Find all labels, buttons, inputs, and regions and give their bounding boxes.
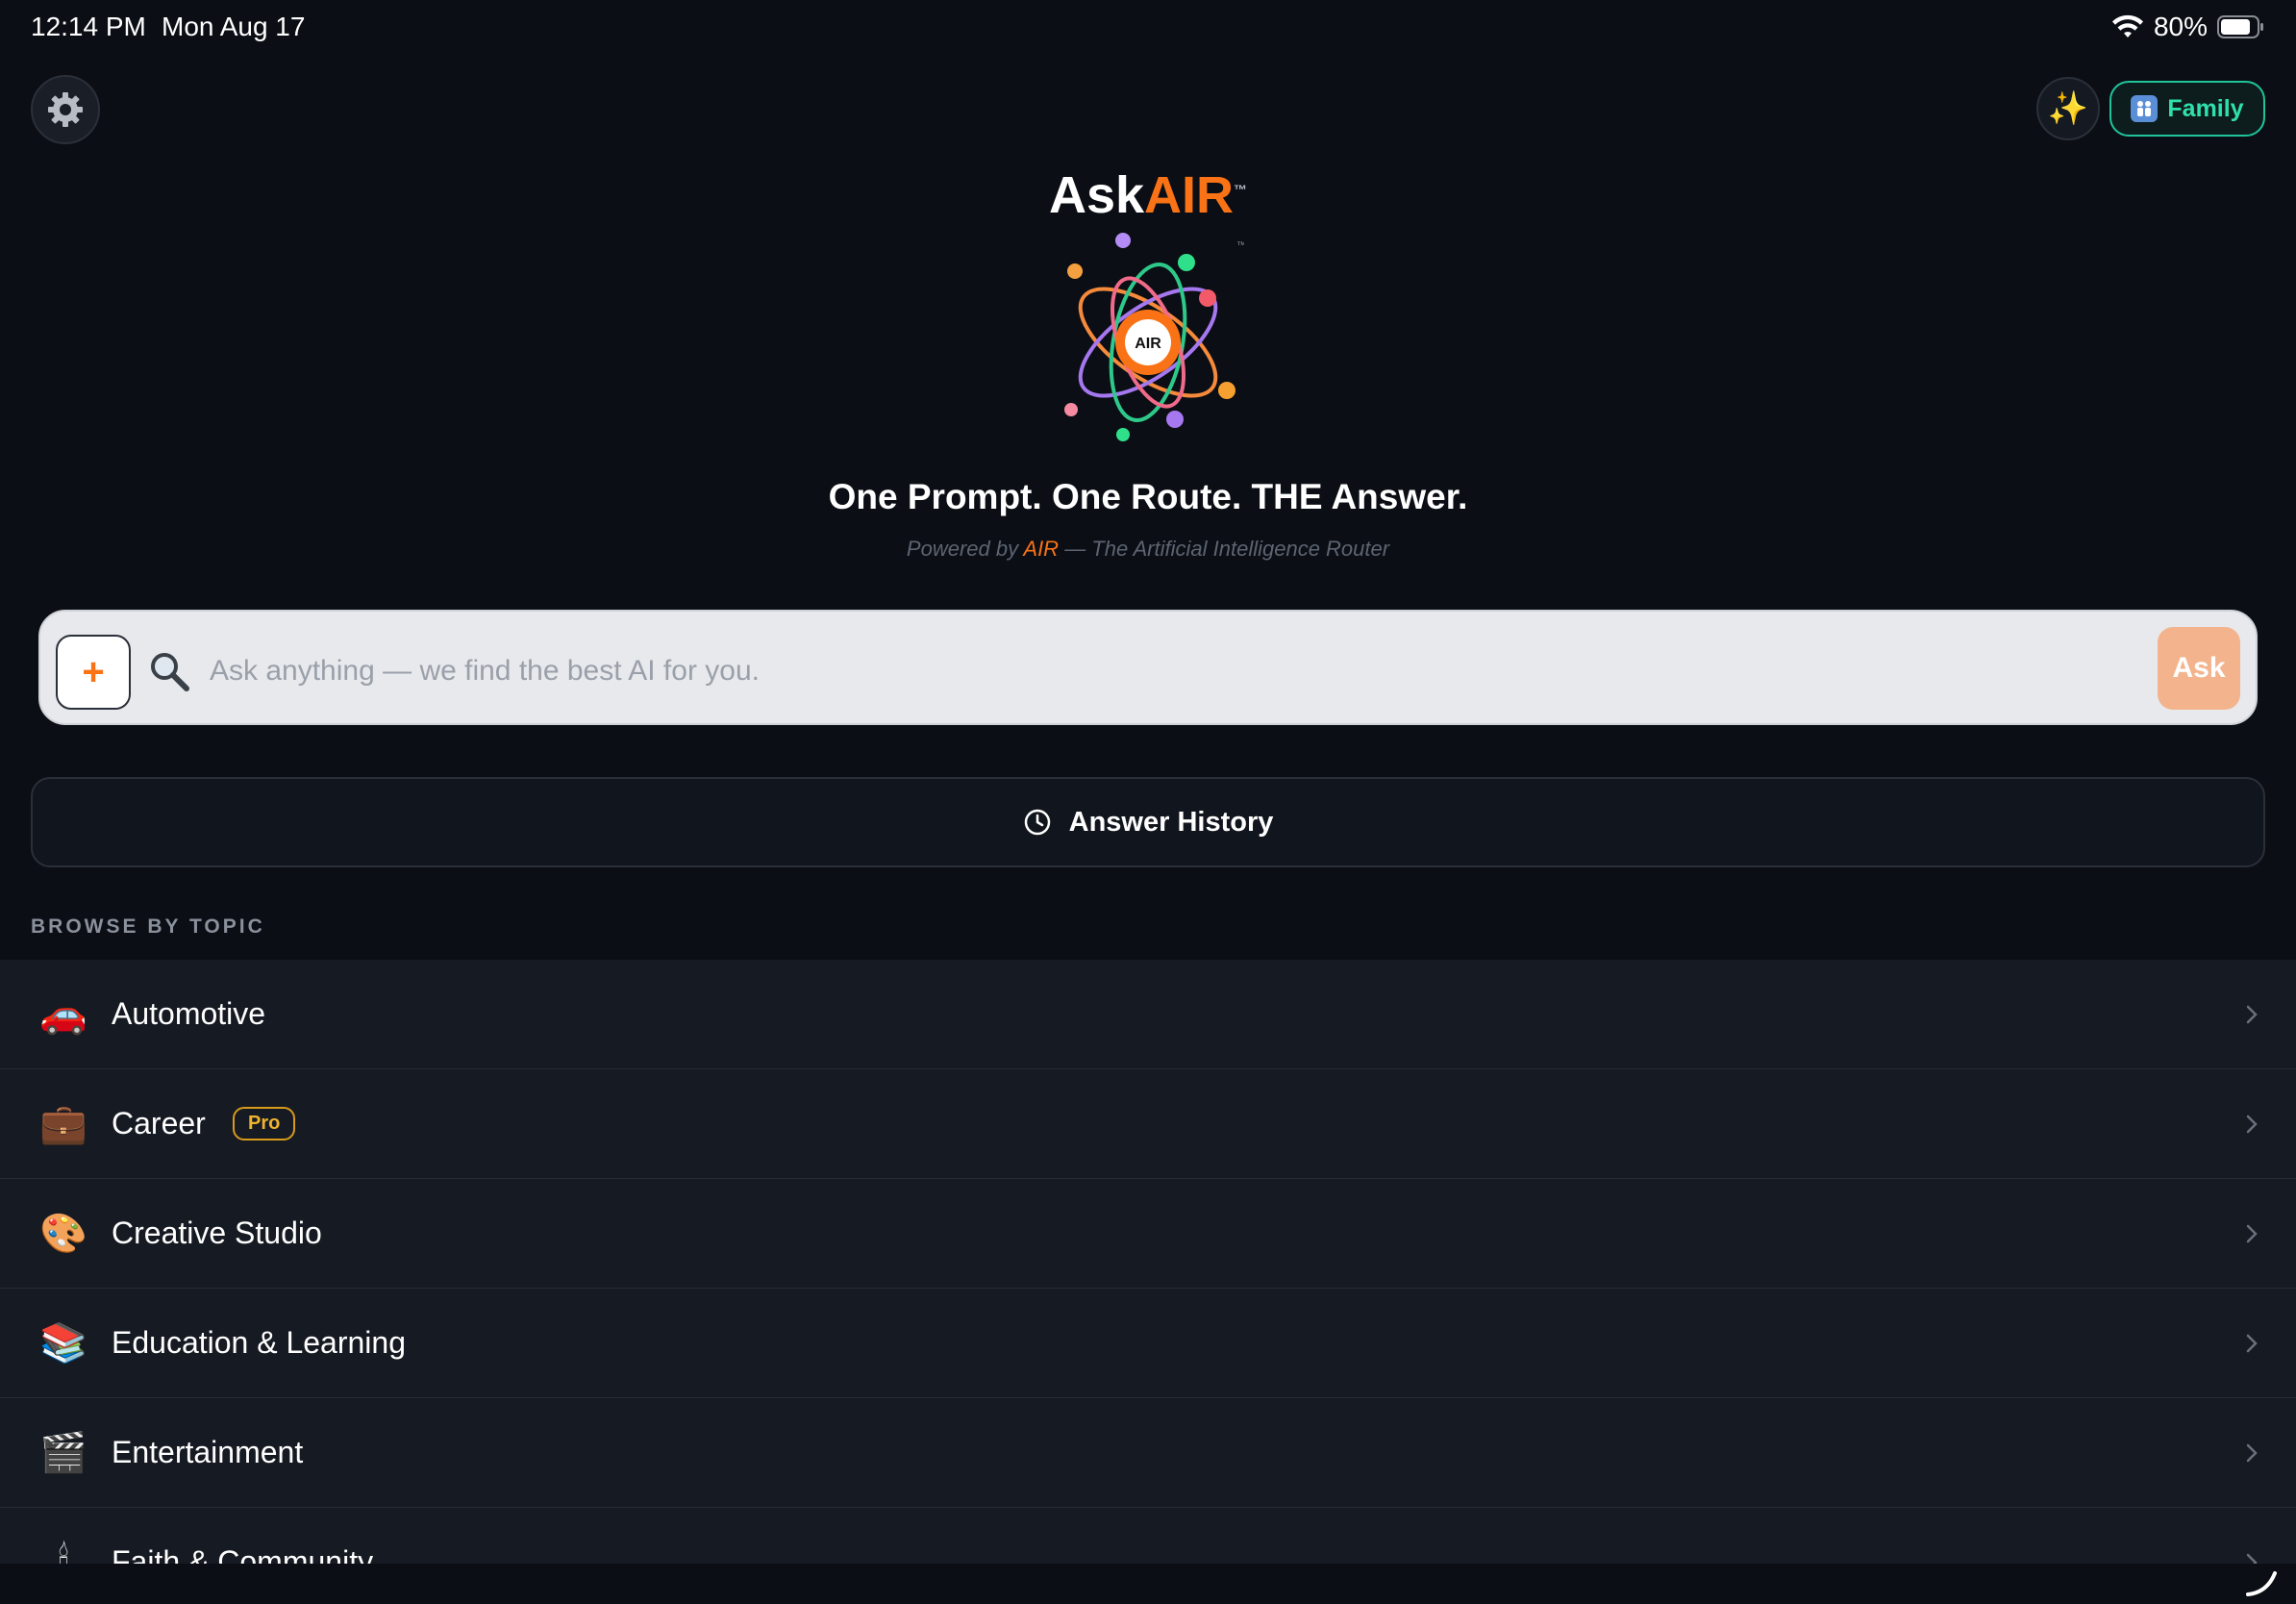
status-date: Mon Aug 17 <box>162 12 306 41</box>
pro-badge: Pro <box>233 1107 296 1140</box>
palette-icon: 🎨 <box>39 1213 87 1255</box>
topic-row-automotive[interactable]: 🚗 Automotive <box>0 960 2296 1069</box>
browse-heading: BROWSE BY TOPIC <box>31 915 265 938</box>
attach-button[interactable]: + <box>56 635 131 710</box>
powered-air: AIR <box>1023 537 1060 561</box>
powered-by-text: Powered by AIR — The Artificial Intellig… <box>0 537 2296 562</box>
answer-history-button[interactable]: Answer History <box>31 777 2265 867</box>
brand-trademark: ™ <box>1234 182 1248 197</box>
topic-row-education[interactable]: 📚 Education & Learning <box>0 1289 2296 1398</box>
logo-trademark: ™ <box>1236 240 1244 251</box>
topic-row-entertainment[interactable]: 🎬 Entertainment <box>0 1398 2296 1508</box>
brand-ask: Ask <box>1048 166 1145 224</box>
logo-center-text: AIR <box>1135 336 1161 352</box>
books-icon: 📚 <box>39 1322 87 1365</box>
powered-suffix: — The Artificial Intelligence Router <box>1059 537 1390 561</box>
chevron-right-icon <box>2246 1334 2258 1352</box>
battery-percentage: 80% <box>2153 12 2208 41</box>
battery-icon <box>2217 15 2263 38</box>
bottom-safe-area <box>0 1564 2296 1604</box>
chevron-right-icon <box>2246 1005 2258 1023</box>
topic-label: Entertainment <box>112 1435 304 1469</box>
search-input[interactable] <box>208 637 2173 706</box>
family-label: Family <box>2167 94 2244 122</box>
chevron-right-icon <box>2246 1224 2258 1242</box>
topic-list: 🚗 Automotive 💼 Career Pro 🎨 Creative Stu… <box>0 960 2296 1604</box>
topic-label: Education & Learning <box>112 1325 406 1360</box>
search-bar: + Ask <box>38 610 2258 725</box>
atom-logo-icon: AIR ™ <box>1064 233 1246 441</box>
family-mode-button[interactable]: Family <box>2109 81 2265 137</box>
wifi-icon <box>2111 14 2143 38</box>
ask-button[interactable]: Ask <box>2158 627 2240 710</box>
topic-label: Career <box>112 1106 206 1140</box>
chevron-right-icon <box>2246 1443 2258 1462</box>
car-icon: 🚗 <box>39 993 87 1036</box>
clock-icon <box>1024 809 1050 836</box>
app-screen: 12:14 PM Mon Aug 17 80% ✨ Family AskAIR™… <box>0 0 2296 1604</box>
topic-label: Creative Studio <box>112 1216 322 1250</box>
family-icon <box>2131 95 2159 122</box>
clapperboard-icon: 🎬 <box>39 1432 87 1474</box>
app-title: AskAIR™ <box>0 165 2296 225</box>
topic-row-career[interactable]: 💼 Career Pro <box>0 1069 2296 1179</box>
answer-history-label: Answer History <box>1068 806 1274 838</box>
settings-button[interactable] <box>31 75 100 144</box>
topic-row-creative-studio[interactable]: 🎨 Creative Studio <box>0 1179 2296 1289</box>
briefcase-icon: 💼 <box>39 1103 87 1145</box>
sparkle-button[interactable]: ✨ <box>2036 77 2100 140</box>
brand-air: AIR <box>1144 166 1235 224</box>
gear-icon <box>48 92 83 127</box>
sparkles-icon: ✨ <box>2047 90 2089 127</box>
topic-label: Automotive <box>112 996 266 1031</box>
status-indicators: 80% <box>2111 12 2265 42</box>
chevron-right-icon <box>2246 1115 2258 1133</box>
tagline: One Prompt. One Route. THE Answer. <box>828 477 1468 516</box>
resize-handle-icon[interactable] <box>2244 1567 2279 1596</box>
powered-prefix: Powered by <box>906 537 1024 561</box>
status-time: 12:14 PM <box>31 12 146 41</box>
air-logo: AIR ™ <box>1052 227 1246 448</box>
search-icon <box>151 653 189 691</box>
